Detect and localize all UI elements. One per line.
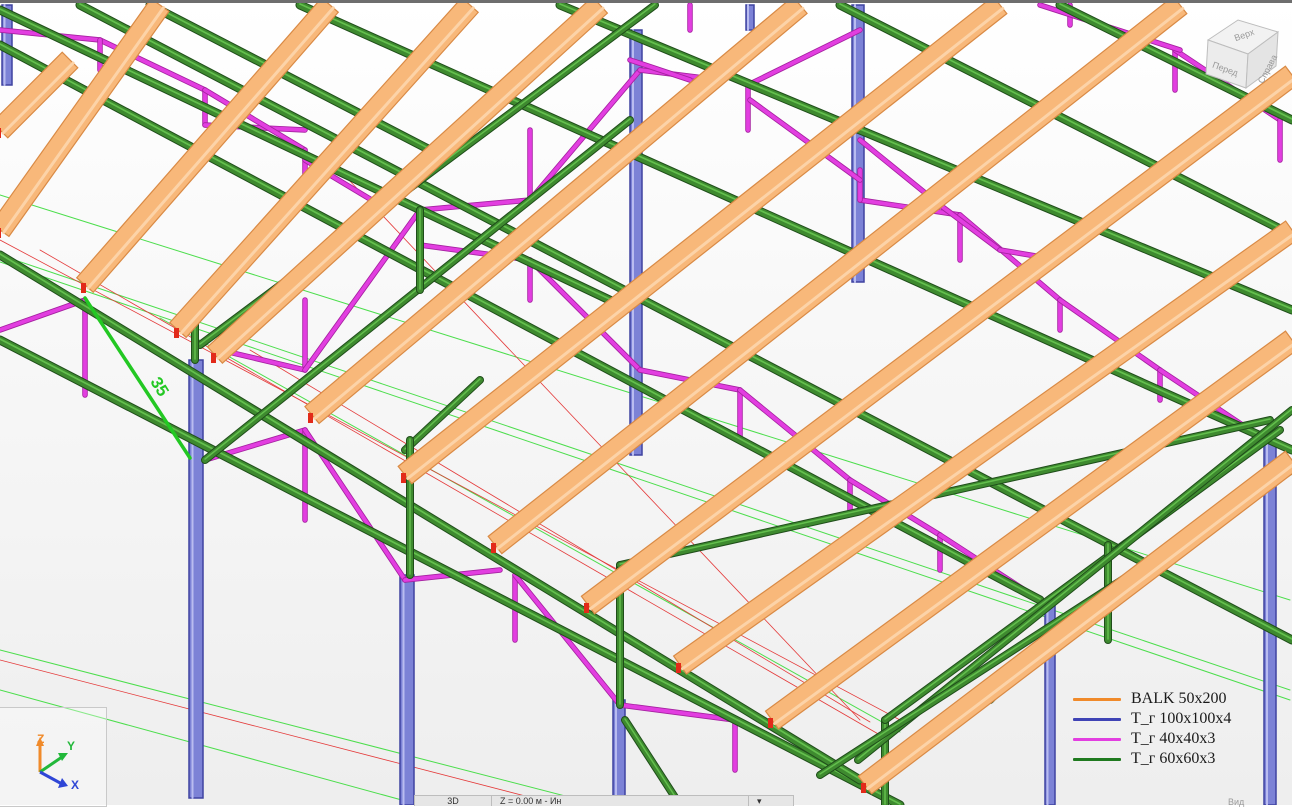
legend-item: T_г 60x60x3 [1073,749,1288,769]
purlin-node-marker [491,543,496,553]
guide-line-red [249,349,871,723]
legend-item: T_г 40x40x3 [1073,729,1288,749]
axis-triad-panel: Z Y X [0,707,107,807]
legend-swatch [1073,697,1121,701]
column [399,574,415,805]
structure-3d-view: 35 [0,0,1292,805]
purlin-node-marker [211,353,216,363]
view-toolbar: 3D Z = 0.00 м - Ин ▾ [414,795,794,806]
purlin-node-marker [401,473,406,483]
section-legend: BALK 50x200 T_г 100x100x4 T_г 40x40x3 T_г 6… [1073,689,1288,769]
column [612,699,626,805]
axis-z-label: Z [37,732,45,746]
legend-swatch [1073,737,1121,741]
legend-label: T_г 40x40x3 [1131,730,1216,747]
axis-x-label: X [71,778,80,792]
lattice-brace [938,203,1002,252]
view-label: Вид [1228,797,1245,807]
legend-swatch [1073,717,1121,721]
legend-label: BALK 50x200 [1131,690,1227,707]
legend-swatch [1073,757,1121,761]
purlin-beam [672,220,1292,675]
purlin-node-marker [0,128,1,138]
purlin-node-marker [676,663,681,673]
column [188,359,204,799]
purlin-node-marker [861,783,866,793]
legend-item: BALK 50x200 [1073,689,1288,709]
axis-y-label: Y [67,739,76,753]
purlin-node-marker [584,603,589,613]
purlin-node-marker [174,328,179,338]
truss-chord-highlight [0,253,861,780]
purlin-node-marker [81,283,86,293]
purlin-node-marker [0,228,1,238]
legend-label: T_г 100x100x4 [1131,710,1232,727]
purlin-node-marker [768,718,773,728]
model-viewport[interactable]: 35 [0,0,1292,805]
window-top-border [0,0,1292,3]
legend-label: T_г 60x60x3 [1131,750,1216,767]
view-cube[interactable]: Верх Перед Справа [1200,18,1284,100]
truss-strut-highlight [624,718,681,805]
purlin-node-marker [308,413,313,423]
legend-item: T_г 100x100x4 [1073,709,1288,729]
lattice-brace [0,298,87,332]
